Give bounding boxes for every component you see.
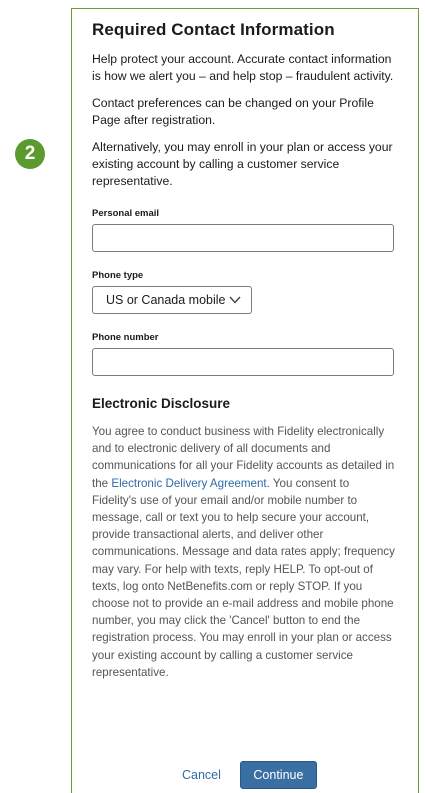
personal-email-label: Personal email	[92, 208, 160, 219]
phone-number-input[interactable]	[92, 348, 394, 376]
preferences-paragraph: Contact preferences can be changed on yo…	[92, 96, 374, 127]
phone-type-select[interactable]: US or Canada mobile	[92, 286, 252, 314]
form-content: Required Contact Information Help protec…	[92, 20, 397, 681]
intro-paragraph: Help protect your account. Accurate cont…	[92, 52, 394, 83]
cancel-button[interactable]: Cancel	[182, 768, 221, 782]
disclosure-text: You agree to conduct business with Fidel…	[92, 423, 397, 681]
phone-number-label: Phone number	[92, 332, 159, 343]
page-title: Required Contact Information	[92, 20, 335, 39]
continue-button[interactable]: Continue	[239, 761, 317, 789]
disclosure-text-after: . You consent to Fidelity's use of your …	[92, 476, 395, 679]
form-actions: Cancel Continue	[182, 761, 317, 789]
alternative-paragraph: Alternatively, you may enroll in your pl…	[92, 140, 393, 188]
disclosure-title: Electronic Disclosure	[92, 396, 231, 411]
phone-type-label: Phone type	[92, 270, 144, 281]
step-badge: 2	[15, 139, 45, 169]
phone-type-value: US or Canada mobile	[106, 293, 226, 307]
electronic-delivery-agreement-link[interactable]: Electronic Delivery Agreement	[111, 477, 266, 490]
chevron-down-icon	[229, 296, 241, 304]
personal-email-input[interactable]	[92, 224, 394, 252]
